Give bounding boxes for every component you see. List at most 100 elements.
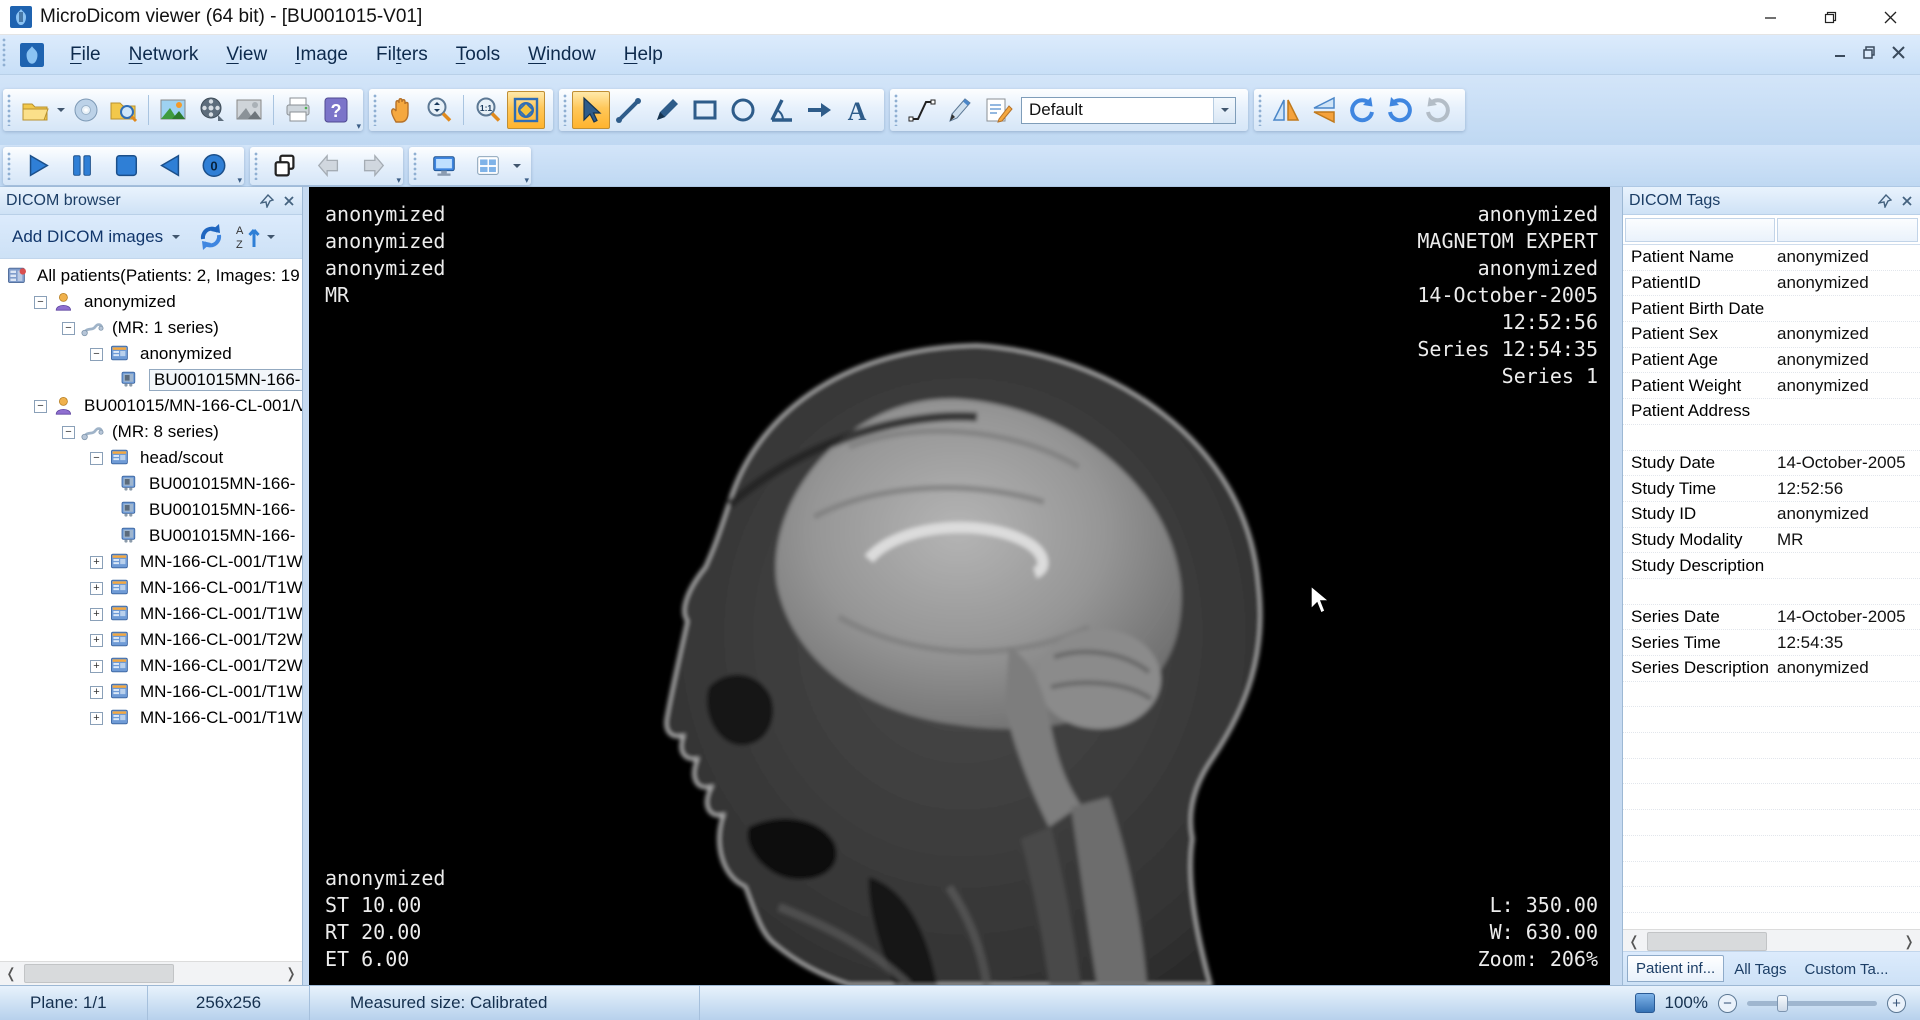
tag-row[interactable] <box>1623 733 1920 759</box>
menu-network[interactable]: Network <box>115 38 213 72</box>
tree-expander-plus[interactable]: + <box>90 660 103 673</box>
play-button[interactable] <box>16 149 60 183</box>
tree-item[interactable]: +MN-166-CL-001/T1W-M <box>0 575 302 601</box>
pin-icon[interactable] <box>1878 194 1892 208</box>
annotation-pencil-button[interactable] <box>941 91 979 129</box>
edit-annotations-button[interactable] <box>979 91 1017 129</box>
tag-row[interactable]: Patient Address <box>1623 399 1920 425</box>
browser-hscrollbar[interactable]: ❬ ❭ <box>0 961 302 985</box>
select-tool-button[interactable] <box>572 91 610 129</box>
close-panel-icon[interactable] <box>1900 194 1914 208</box>
open-file-button[interactable] <box>16 91 54 129</box>
refresh-icon[interactable] <box>196 222 226 252</box>
pause-button[interactable] <box>60 149 104 183</box>
menu-view[interactable]: View <box>212 38 281 72</box>
toolbar-grip[interactable] <box>894 94 899 126</box>
series-layout-button[interactable] <box>466 149 510 183</box>
tree-item[interactable]: All patients(Patients: 2, Images: 19 <box>0 263 302 289</box>
frame-counter-button[interactable]: 0 <box>192 149 236 183</box>
stop-button[interactable] <box>104 149 148 183</box>
tree-item[interactable]: + MN-166-CL-001/T1W-S. <box>0 549 302 575</box>
sort-options-caret-icon[interactable] <box>267 235 275 243</box>
tree-item-label[interactable]: MN-166-CL-001/T2W-M <box>140 630 302 650</box>
tag-row[interactable] <box>1623 707 1920 733</box>
duplicate-window-button[interactable] <box>263 149 307 183</box>
mdi-minimize-button[interactable] <box>1833 45 1848 65</box>
tag-row[interactable] <box>1623 887 1920 913</box>
tag-row[interactable]: Patient Sexanonymized <box>1623 322 1920 348</box>
next-image-button[interactable] <box>351 149 395 183</box>
tree-item-label[interactable]: BU001015/MN-166-CL-001/V01 <box>84 396 302 416</box>
tag-row[interactable]: Study Date14-October-2005 <box>1623 451 1920 477</box>
tree-item[interactable]: −BU001015/MN-166-CL-001/V01 <box>0 393 302 419</box>
rotate-right-button[interactable] <box>1381 91 1419 129</box>
menu-image[interactable]: Image <box>281 38 362 72</box>
arrow-tool-button[interactable] <box>800 91 838 129</box>
tree-item[interactable]: BU001015MN-166- <box>0 367 302 393</box>
measure-line-button[interactable] <box>610 91 648 129</box>
tag-row[interactable]: Patient Ageanonymized <box>1623 348 1920 374</box>
tree-item[interactable]: BU001015MN-166- <box>0 497 302 523</box>
chevron-down-icon[interactable] <box>1213 98 1235 123</box>
tag-row[interactable]: Study IDanonymized <box>1623 502 1920 528</box>
actual-size-button[interactable]: 1:1 <box>469 91 507 129</box>
draw-pencil-button[interactable] <box>648 91 686 129</box>
tag-row[interactable]: PatientIDanonymized <box>1623 271 1920 297</box>
toolbar-grip[interactable] <box>1258 94 1263 126</box>
menu-tools[interactable]: Tools <box>442 38 514 72</box>
tag-row[interactable] <box>1623 579 1920 605</box>
tree-expander-minus[interactable]: − <box>90 452 103 465</box>
restore-button[interactable] <box>1800 0 1860 35</box>
tree-item-label[interactable]: head/scout <box>140 448 223 468</box>
toolbar-grip[interactable] <box>413 152 418 180</box>
toolbar-overflow-icon[interactable]: ▾ <box>356 122 361 130</box>
menu-filters[interactable]: Filters <box>362 38 442 72</box>
tree-item[interactable]: BU001015MN-166- <box>0 523 302 549</box>
tree-item-label[interactable]: (MR: 8 series) <box>112 422 219 442</box>
tag-row[interactable]: Study Description <box>1623 553 1920 579</box>
rectangle-tool-button[interactable] <box>686 91 724 129</box>
text-tool-button[interactable]: A <box>838 91 876 129</box>
print-button[interactable] <box>279 91 317 129</box>
toolbar-grip[interactable] <box>7 152 12 180</box>
tree-item[interactable]: −anonymized <box>0 289 302 315</box>
tree-item-label[interactable]: MN-166-CL-001/T1W-M <box>140 682 302 702</box>
toolbar-overflow-icon[interactable]: ▾ <box>396 176 401 184</box>
tree-expander-minus[interactable]: − <box>34 296 47 309</box>
close-panel-icon[interactable] <box>282 194 296 208</box>
tree-item[interactable]: +MN-166-CL-001/T1W-M <box>0 679 302 705</box>
flip-horizontal-button[interactable] <box>1267 91 1305 129</box>
flip-vertical-button[interactable] <box>1305 91 1343 129</box>
mdi-restore-button[interactable] <box>1862 45 1877 65</box>
pan-tool-button[interactable] <box>382 91 420 129</box>
tree-item[interactable]: −(MR: 1 series) <box>0 315 302 341</box>
tag-row[interactable]: Series Descriptionanonymized <box>1623 656 1920 682</box>
tree-item-label[interactable]: MN-166-CL-001/T1W-S. <box>140 552 302 572</box>
tree-expander-minus[interactable]: − <box>62 426 75 439</box>
zoom-tool-button[interactable] <box>420 91 458 129</box>
tag-value-column-header[interactable] <box>1777 218 1918 242</box>
help-button[interactable]: ? <box>317 91 355 129</box>
toolbar-grip[interactable] <box>254 152 259 180</box>
scroll-right-icon[interactable]: ❭ <box>280 962 302 985</box>
tags-hscrollbar[interactable]: ❬ ❭ <box>1623 929 1920 951</box>
scroll-right-icon[interactable]: ❭ <box>1898 930 1920 953</box>
tree-item[interactable]: − head/scout <box>0 445 302 471</box>
angle-tool-button[interactable] <box>762 91 800 129</box>
tag-row[interactable] <box>1623 682 1920 708</box>
tree-item-label[interactable]: MN-166-CL-001/T1W-M <box>140 604 302 624</box>
tree-item-label[interactable]: (MR: 1 series) <box>112 318 219 338</box>
menu-window[interactable]: Window <box>514 38 610 72</box>
tree-expander-plus[interactable]: + <box>90 608 103 621</box>
tree-expander-plus[interactable]: + <box>90 556 103 569</box>
zoom-slider[interactable] <box>1747 1001 1877 1006</box>
tree-item-label[interactable]: MN-166-CL-001/T1W-M <box>140 708 302 728</box>
scrollbar-thumb[interactable] <box>24 964 174 983</box>
tree-item-label[interactable]: BU001015MN-166- <box>149 474 295 494</box>
copy-to-clipboard-button[interactable] <box>230 91 268 129</box>
minimize-button[interactable] <box>1740 0 1800 35</box>
chevron-down-icon[interactable] <box>513 164 521 172</box>
tree-expander-plus[interactable]: + <box>90 582 103 595</box>
zoom-slider-thumb[interactable] <box>1777 995 1788 1012</box>
export-cine-button[interactable] <box>192 91 230 129</box>
